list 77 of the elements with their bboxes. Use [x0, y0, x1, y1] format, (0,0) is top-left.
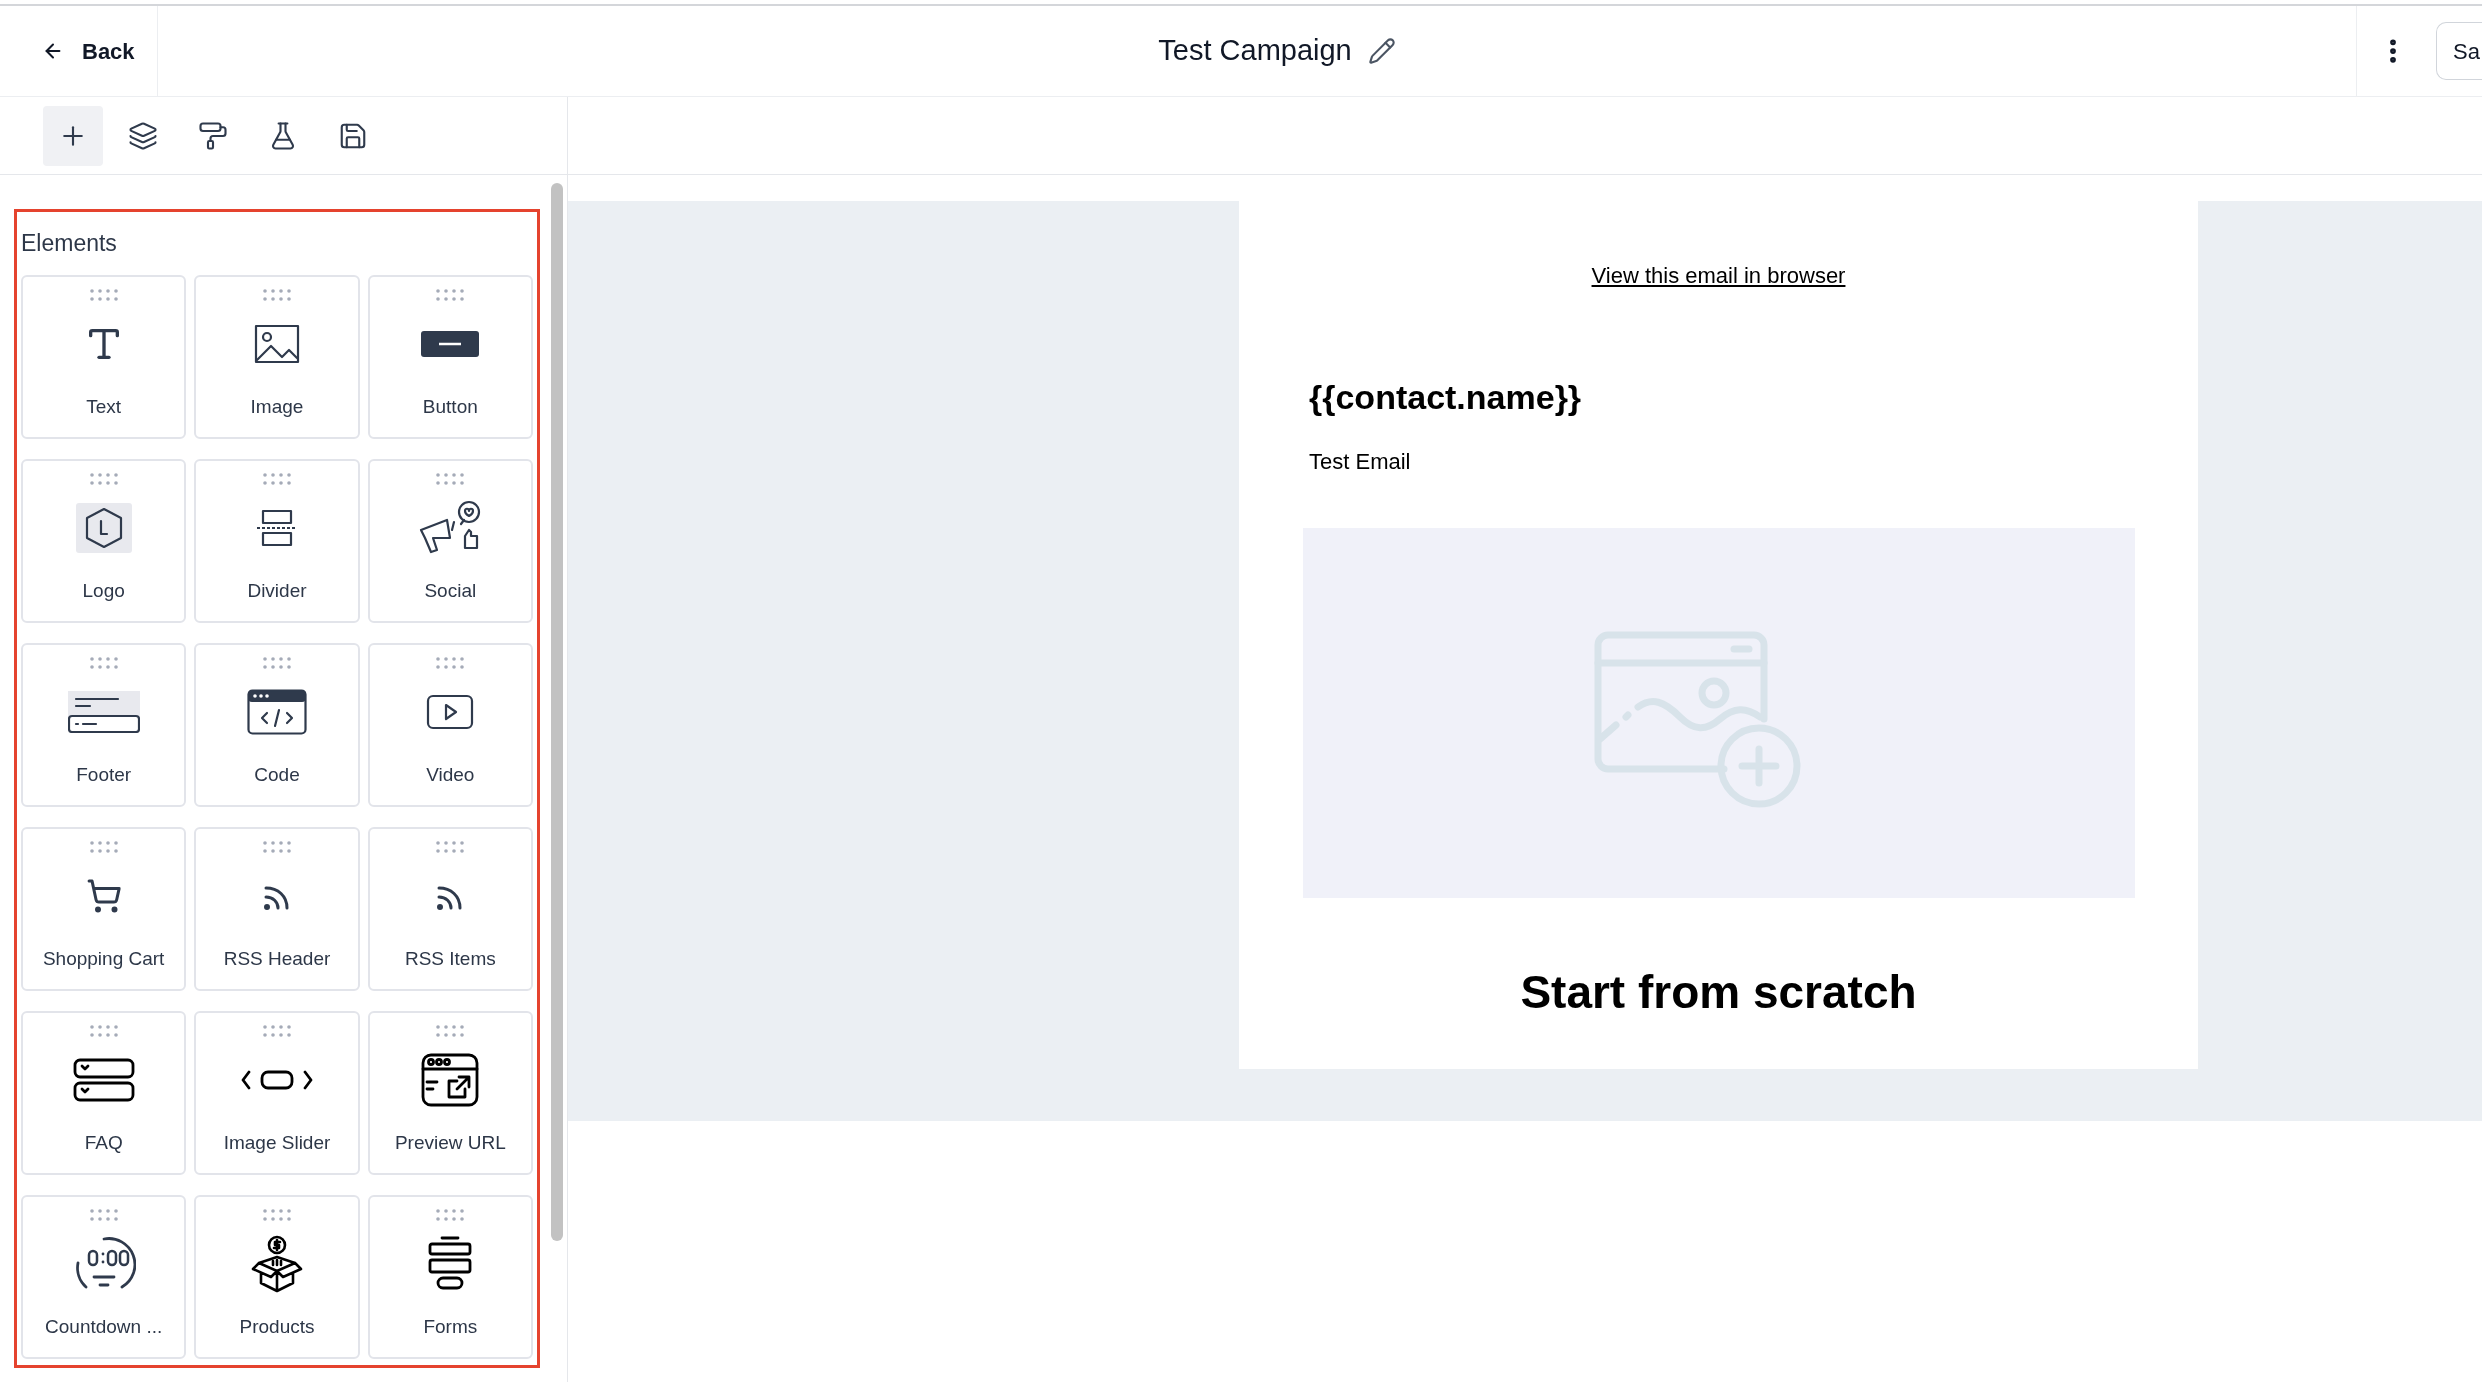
- campaign-title: Test Campaign: [1158, 33, 1352, 69]
- plus-icon[interactable]: [43, 105, 103, 166]
- element-label: Footer: [76, 762, 132, 787]
- element-label: Image Slider: [223, 1130, 331, 1155]
- drag-handle-icon[interactable]: [435, 472, 466, 485]
- element-card[interactable]: Products: [194, 1194, 360, 1359]
- video-icon: [426, 693, 475, 730]
- drag-handle-icon[interactable]: [88, 840, 119, 853]
- footer-icon: [67, 690, 140, 733]
- code-icon: [247, 688, 307, 735]
- product-box-icon: [249, 1234, 305, 1293]
- drag-handle-icon[interactable]: [88, 1024, 119, 1037]
- element-label: Countdown ...: [45, 1314, 163, 1339]
- browser-link[interactable]: View this email in browser: [1591, 259, 1846, 292]
- element-card[interactable]: Footer: [21, 642, 187, 807]
- drag-handle-icon[interactable]: [262, 656, 292, 669]
- panel-title: Elements: [21, 229, 118, 258]
- element-card[interactable]: Preview URL: [367, 1010, 533, 1175]
- element-card[interactable]: RSS Header: [194, 826, 360, 991]
- element-card[interactable]: Social: [367, 458, 533, 623]
- drag-handle-icon[interactable]: [435, 840, 466, 853]
- element-label: Divider: [247, 578, 307, 603]
- divider-icon: [256, 508, 298, 547]
- element-card[interactable]: Button: [367, 274, 533, 439]
- faq-icon: [72, 1057, 135, 1102]
- drag-handle-icon[interactable]: [88, 656, 119, 669]
- edit-icon[interactable]: [1367, 37, 1396, 65]
- element-label: Video: [426, 762, 475, 787]
- save-button[interactable]: Sa: [2436, 22, 2482, 80]
- drag-handle-icon[interactable]: [262, 472, 292, 485]
- element-label: Button: [422, 394, 478, 419]
- element-label: Text: [86, 394, 122, 419]
- drag-handle-icon[interactable]: [262, 840, 292, 853]
- cart-icon: [85, 877, 122, 914]
- drag-handle-icon[interactable]: [262, 1024, 292, 1037]
- scrollbar-thumb[interactable]: [551, 183, 563, 1241]
- drag-handle-icon[interactable]: [262, 288, 292, 301]
- element-card[interactable]: Code: [194, 642, 360, 807]
- element-label: Image: [250, 394, 304, 419]
- element-label: Forms: [423, 1314, 478, 1339]
- element-label: Preview URL: [394, 1130, 506, 1155]
- form-icon: [428, 1235, 473, 1292]
- button-icon: [421, 330, 480, 357]
- element-card[interactable]: RSS Items: [367, 826, 533, 991]
- element-card[interactable]: Divider: [194, 458, 360, 623]
- browser-link-icon: [421, 1052, 480, 1107]
- drag-handle-icon[interactable]: [262, 1208, 292, 1221]
- element-card[interactable]: Text: [21, 274, 187, 439]
- element-label: RSS Header: [223, 946, 331, 971]
- element-card[interactable]: Shopping Cart: [21, 826, 187, 991]
- element-card[interactable]: Image Slider: [194, 1010, 360, 1175]
- element-label: Code: [254, 762, 300, 787]
- drag-handle-icon[interactable]: [435, 1024, 466, 1037]
- image-icon: [254, 323, 300, 364]
- drag-handle-icon[interactable]: [435, 656, 466, 669]
- element-card[interactable]: Forms: [367, 1194, 533, 1359]
- drag-handle-icon[interactable]: [435, 1208, 466, 1221]
- drag-handle-icon[interactable]: [88, 472, 119, 485]
- element-label: RSS Items: [404, 946, 496, 971]
- element-card[interactable]: Countdown ...: [21, 1194, 187, 1359]
- image-placeholder[interactable]: [1302, 528, 2135, 898]
- element-card[interactable]: Video: [367, 642, 533, 807]
- element-label: Shopping Cart: [42, 946, 165, 971]
- drag-handle-icon[interactable]: [88, 1208, 119, 1221]
- scratch-heading: Start from scratch: [1520, 965, 1917, 1020]
- contact-name-heading: {{contact.name}}: [1309, 377, 1583, 418]
- element-label: Logo: [82, 578, 125, 603]
- element-card[interactable]: FAQ: [21, 1010, 187, 1175]
- body-text: Test Email: [1309, 448, 1412, 476]
- element-label: Social: [424, 578, 477, 603]
- element-card[interactable]: Image: [194, 274, 360, 439]
- element-label: FAQ: [84, 1130, 123, 1155]
- element-label: Products: [239, 1314, 315, 1339]
- back-button[interactable]: Back: [42, 34, 135, 68]
- drag-handle-icon[interactable]: [88, 288, 119, 301]
- element-card[interactable]: Logo: [21, 458, 187, 623]
- drag-handle-icon[interactable]: [435, 288, 466, 301]
